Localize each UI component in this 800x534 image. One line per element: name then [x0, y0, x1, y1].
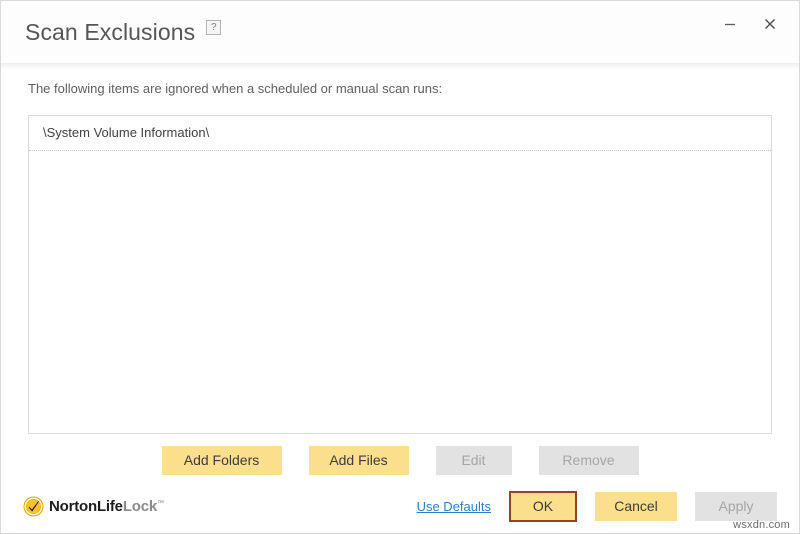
description-text: The following items are ignored when a s… — [28, 81, 772, 98]
add-folders-button[interactable]: Add Folders — [162, 446, 282, 475]
list-item[interactable]: \System Volume Information\ — [29, 116, 771, 151]
remove-button: Remove — [539, 446, 639, 475]
use-defaults-link[interactable]: Use Defaults — [417, 499, 491, 514]
brand-logo: NortonLifeLock™ — [23, 496, 164, 517]
apply-button: Apply — [695, 492, 777, 521]
brand-name-secondary: Lock — [123, 498, 157, 515]
ok-button[interactable]: OK — [509, 491, 577, 522]
dialog-body: The following items are ignored when a s… — [1, 81, 799, 475]
title-bar: Scan Exclusions ? — [1, 1, 799, 63]
list-actions: Add Folders Add Files Edit Remove — [28, 446, 772, 475]
watermark: wsxdn.com — [733, 519, 790, 531]
page-title: Scan Exclusions — [25, 21, 195, 44]
exclusions-list[interactable]: \System Volume Information\ — [28, 115, 772, 434]
close-icon[interactable] — [757, 11, 783, 37]
minimize-icon[interactable] — [717, 11, 743, 37]
add-files-button[interactable]: Add Files — [309, 446, 409, 475]
brand-trademark: ™ — [157, 500, 164, 507]
norton-checkmark-icon — [23, 496, 44, 517]
footer-actions: Use Defaults OK Cancel Apply — [417, 491, 777, 522]
help-icon[interactable]: ? — [206, 20, 221, 35]
brand-name-primary: NortonLife — [49, 498, 123, 515]
brand-name: NortonLifeLock™ — [49, 499, 164, 514]
window-controls — [717, 11, 783, 37]
header-divider — [1, 63, 799, 70]
dialog-footer: NortonLifeLock™ Use Defaults OK Cancel A… — [1, 479, 799, 533]
scan-exclusions-dialog: Scan Exclusions ? The following items ar… — [0, 0, 800, 534]
cancel-button[interactable]: Cancel — [595, 492, 677, 521]
edit-button: Edit — [436, 446, 512, 475]
